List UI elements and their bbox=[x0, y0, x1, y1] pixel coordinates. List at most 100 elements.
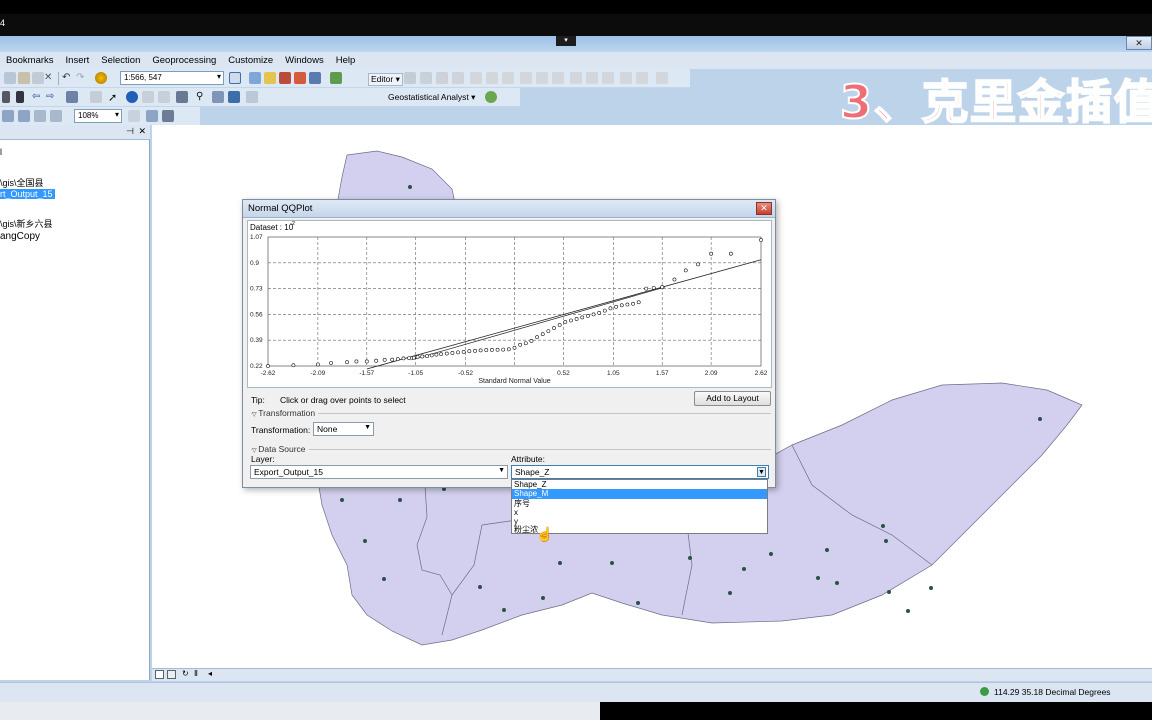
menu-bookmarks[interactable]: Bookmarks bbox=[0, 55, 60, 66]
editor-menu[interactable]: Editor ▾ bbox=[368, 73, 403, 86]
pointer-icon[interactable]: ➚ bbox=[108, 91, 120, 104]
sample-point bbox=[558, 561, 562, 565]
toc-folder-entry-2[interactable]: \gis\新乡六县 bbox=[0, 217, 53, 230]
full-extent-icon[interactable] bbox=[2, 91, 10, 103]
delete-icon[interactable]: ✕ bbox=[44, 72, 56, 84]
layout-view-icon[interactable] bbox=[167, 670, 176, 679]
create-features-icon[interactable] bbox=[602, 72, 614, 84]
toc-selected-layer[interactable]: rt_Output_15 bbox=[0, 189, 55, 199]
menu-customize[interactable]: Customize bbox=[222, 55, 279, 66]
add-data-icon[interactable] bbox=[95, 72, 107, 84]
sketch-properties-icon[interactable] bbox=[586, 72, 598, 84]
data-view-icon[interactable] bbox=[155, 670, 164, 679]
zoom-in-page-icon[interactable] bbox=[2, 110, 14, 122]
datasource-section-toggle[interactable]: ▽ Data Source bbox=[252, 444, 309, 454]
menu-geoprocessing[interactable]: Geoprocessing bbox=[146, 55, 222, 66]
time-slider-icon[interactable] bbox=[228, 91, 240, 103]
table-of-contents-icon[interactable] bbox=[249, 72, 261, 84]
topology-icon[interactable] bbox=[620, 72, 632, 84]
edit-annotation-icon[interactable] bbox=[420, 72, 432, 84]
python-window-icon[interactable] bbox=[309, 72, 321, 84]
menu-windows[interactable]: Windows bbox=[279, 55, 330, 66]
add-to-layout-button[interactable]: Add to Layout bbox=[694, 391, 771, 406]
cut-polygons-icon[interactable] bbox=[552, 72, 564, 84]
qq-point bbox=[709, 251, 714, 256]
transformation-select[interactable]: None ▼ bbox=[313, 422, 374, 436]
zoom-percent-combobox[interactable]: 108% ▾ bbox=[74, 109, 122, 123]
toc-folder-entry[interactable]: \gis\全国县 bbox=[0, 176, 44, 189]
redo-icon[interactable]: ↷ bbox=[76, 72, 88, 84]
html-popup-icon[interactable] bbox=[158, 91, 170, 103]
reshape-icon[interactable] bbox=[536, 72, 548, 84]
collapse-arrow-icon[interactable]: ▾ bbox=[556, 36, 576, 46]
dialog-close-button[interactable]: ✕ bbox=[756, 202, 772, 215]
edit-tool-icon[interactable] bbox=[404, 72, 416, 84]
rotate-tool-icon[interactable] bbox=[502, 72, 514, 84]
refresh-icon[interactable]: ↻ bbox=[182, 669, 189, 678]
pause-drawing-icon[interactable]: Ⅱ bbox=[194, 669, 198, 678]
paste-alt-icon[interactable] bbox=[32, 72, 44, 84]
dropdown-arrow-icon: ▼ bbox=[757, 467, 766, 477]
clear-selection-icon[interactable] bbox=[90, 91, 102, 103]
menu-selection[interactable]: Selection bbox=[95, 55, 146, 66]
pan-page-icon[interactable] bbox=[34, 110, 46, 122]
geostatistical-analyst-menu[interactable]: Geostatistical Analyst ▾ bbox=[388, 92, 475, 103]
modelbuilder-icon[interactable] bbox=[330, 72, 342, 84]
toggle-draft-icon[interactable] bbox=[128, 110, 140, 122]
menu-help[interactable]: Help bbox=[330, 55, 362, 66]
undo-icon[interactable]: ↶ bbox=[62, 72, 74, 84]
zoom-out-page-icon[interactable] bbox=[18, 110, 30, 122]
attribute-option-selected[interactable]: Shape_M bbox=[512, 489, 767, 499]
measure-icon[interactable] bbox=[176, 91, 188, 103]
qq-point bbox=[329, 361, 333, 365]
catalog-icon[interactable] bbox=[264, 72, 276, 84]
focus-data-frame-icon[interactable] bbox=[146, 110, 158, 122]
fixed-zoom-icon[interactable] bbox=[16, 91, 24, 103]
y-tick-label: 0.22 bbox=[250, 363, 263, 370]
editor-toolbar-icon[interactable] bbox=[229, 72, 241, 84]
search-window-icon[interactable] bbox=[279, 72, 291, 84]
attributes-icon[interactable] bbox=[570, 72, 582, 84]
sample-point bbox=[502, 608, 506, 612]
arctoolbox-icon[interactable] bbox=[294, 72, 306, 84]
change-layout-icon[interactable] bbox=[162, 110, 174, 122]
validate-icon[interactable] bbox=[636, 72, 648, 84]
trace-icon[interactable] bbox=[470, 72, 482, 84]
select-features-icon[interactable] bbox=[66, 91, 78, 103]
qqplot-panel[interactable]: Dataset : 10 -2 -2.62 -2.09 -1.57 -1.05 -0.5… bbox=[247, 220, 772, 388]
menu-insert[interactable]: Insert bbox=[60, 55, 96, 66]
transformation-section-toggle[interactable]: ▽ Transformation bbox=[252, 408, 319, 418]
qq-point bbox=[415, 354, 420, 359]
paste-icon[interactable] bbox=[18, 72, 30, 84]
y-tick-label: 0.9 bbox=[250, 260, 259, 267]
endpoint-arc-icon[interactable] bbox=[452, 72, 464, 84]
qq-point bbox=[420, 354, 425, 359]
map-scale-combobox[interactable]: 1:566, 547 ▾ bbox=[120, 71, 224, 85]
edit-vertices-icon[interactable] bbox=[520, 72, 532, 84]
y-tick-label: 0.39 bbox=[250, 337, 263, 344]
editor-options-icon[interactable] bbox=[656, 72, 668, 84]
attribute-select[interactable]: Shape_Z ▼ bbox=[511, 465, 769, 479]
toc-layers-entry[interactable]: l bbox=[0, 147, 2, 157]
copy-icon[interactable] bbox=[4, 72, 16, 84]
layer-select[interactable]: Export_Output_15 ▼ bbox=[250, 465, 508, 479]
close-window-button[interactable]: ✕ bbox=[1126, 36, 1152, 50]
viewer-window-icon[interactable] bbox=[246, 91, 258, 103]
scroll-left-icon[interactable]: ◂ bbox=[208, 669, 212, 678]
separator bbox=[58, 72, 59, 85]
close-panel-icon[interactable]: ✕ bbox=[138, 126, 146, 137]
straight-segment-icon[interactable] bbox=[436, 72, 448, 84]
binoculars-icon[interactable]: ⚲ bbox=[196, 91, 208, 103]
geostatistical-wizard-icon[interactable] bbox=[485, 91, 497, 103]
zoom-whole-page-icon[interactable] bbox=[50, 110, 62, 122]
globe-icon bbox=[980, 687, 989, 696]
back-extent-icon[interactable]: ⇦ bbox=[32, 91, 44, 103]
pin-icon[interactable]: ⊣ bbox=[126, 126, 134, 137]
hyperlink-icon[interactable] bbox=[142, 91, 154, 103]
toc-layer-entry-2[interactable]: angCopy bbox=[0, 231, 40, 242]
split-tool-icon[interactable] bbox=[486, 72, 498, 84]
go-to-xy-icon[interactable] bbox=[212, 91, 224, 103]
identify-icon[interactable] bbox=[126, 91, 138, 103]
forward-extent-icon[interactable]: ⇨ bbox=[46, 91, 58, 103]
x-tick-label: -2.09 bbox=[310, 370, 325, 377]
